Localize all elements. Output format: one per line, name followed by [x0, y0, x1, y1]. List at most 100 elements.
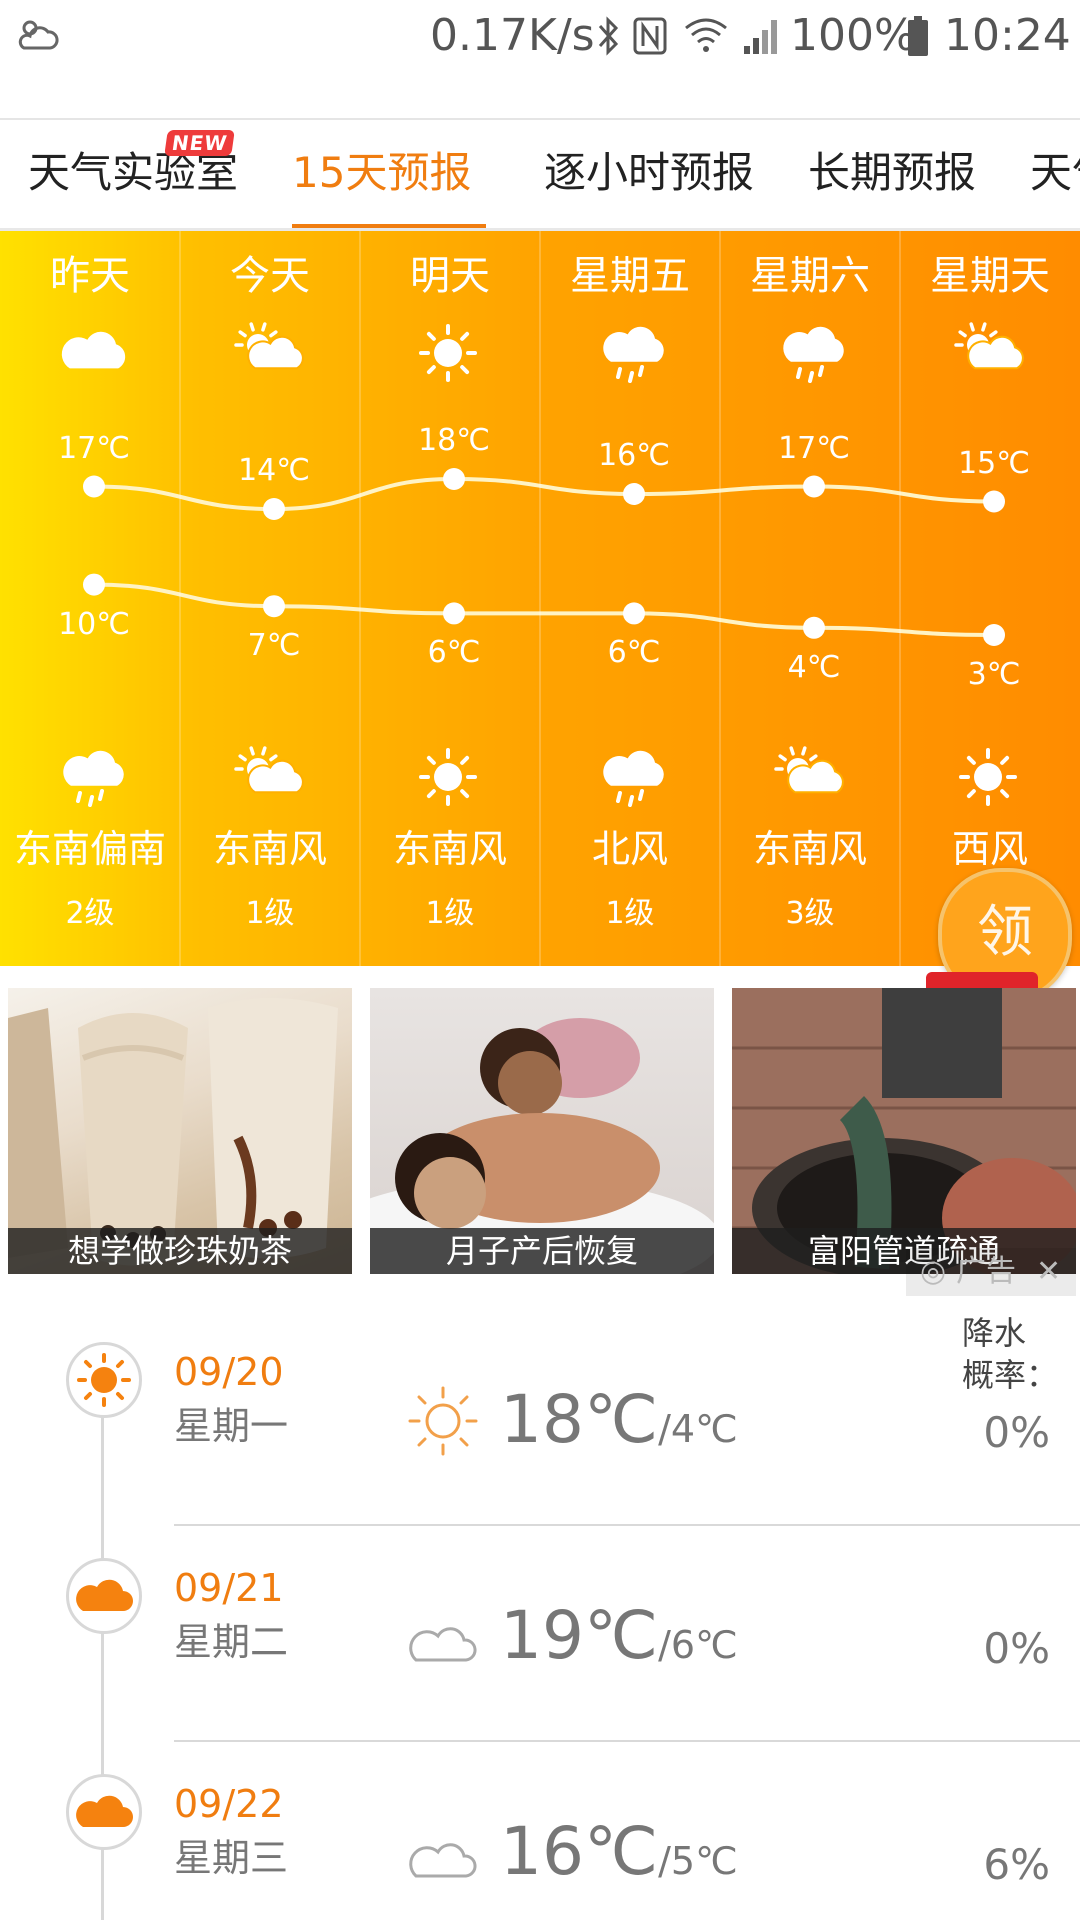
high-temp-point — [83, 475, 105, 498]
wind-direction: 东南偏南 — [13, 827, 166, 871]
forecast-day-name: 星期天 — [930, 253, 1050, 299]
rain-icon — [63, 750, 124, 807]
high-temp-label: 15℃ — [958, 445, 1030, 481]
ad-card-milk-tea[interactable]: 想学做珍珠奶茶 — [8, 988, 352, 1274]
ad-flag: ◎ 广告 ✕ — [906, 1248, 1076, 1296]
row-high-temp: 18℃ — [500, 1381, 659, 1458]
ad-card-pipe-dredging[interactable]: 富阳管道疏通 — [732, 988, 1076, 1274]
low-temp-label: 7℃ — [247, 628, 301, 664]
row-weekday: 星期一 — [174, 1404, 289, 1448]
row-precip: 0% — [983, 1624, 1050, 1673]
tab-long-term-forecast[interactable]: 长期预报 — [808, 148, 976, 198]
row-separator — [174, 1524, 1080, 1526]
high-temp-point — [623, 483, 645, 505]
low-temp-point — [443, 602, 465, 625]
sunny-icon — [419, 324, 477, 382]
battery-percent: 100% — [790, 10, 916, 61]
nfc-icon — [633, 17, 667, 55]
rain-icon — [603, 750, 664, 807]
row-weekday: 星期三 — [174, 1836, 289, 1880]
forecast-panel: 昨天 东南偏南 2级 今天 东南风 1级 明天 东南风 1级 星期五 北风 1级 星期六 东南风 3级 星期天… — [0, 231, 1080, 966]
wind-direction: 东南风 — [752, 827, 867, 871]
low-temp-point — [83, 573, 105, 596]
ad-caption: 月子产后恢复 — [370, 1228, 714, 1274]
precip-probability-label: 降水 概率： — [962, 1314, 1059, 1394]
sunny-icon — [419, 748, 477, 806]
rain-icon — [603, 326, 664, 383]
low-temp-label: 4℃ — [787, 649, 841, 685]
ad-info-icon: ◎ — [920, 1254, 947, 1289]
wind-direction: 西风 — [951, 827, 1028, 871]
row-date: 09/20 — [174, 1350, 284, 1394]
low-temp-point — [263, 595, 285, 618]
high-temp-point — [983, 490, 1005, 513]
ad-caption: 想学做珍珠奶茶 — [8, 1228, 352, 1274]
tab-more[interactable]: 天气 — [1030, 148, 1080, 198]
row-low-temp: /5℃ — [658, 1839, 738, 1883]
forecast-day-name: 明天 — [410, 253, 490, 299]
wind-direction: 东南风 — [392, 827, 507, 871]
tab-bar: 天气实验室 NEW 15天预报 逐小时预报 长期预报 天气 — [0, 118, 1080, 231]
ad-card-postpartum[interactable]: 月子产后恢复 — [370, 988, 714, 1274]
partly-cloudy-icon — [774, 746, 844, 794]
ad-close-icon[interactable]: ✕ — [1036, 1248, 1061, 1296]
row-precip: 6% — [983, 1840, 1050, 1889]
low-temp-label: 6℃ — [427, 635, 481, 671]
wind-level: 1级 — [605, 896, 655, 931]
row-low-temp: /6℃ — [658, 1623, 738, 1667]
tab-hourly-forecast[interactable]: 逐小时预报 — [544, 148, 754, 198]
low-temp-label: 3℃ — [967, 657, 1021, 692]
row-temperature: 16℃/5℃ — [500, 1814, 738, 1899]
row-date: 09/22 — [174, 1782, 284, 1826]
cloudy-icon — [61, 331, 126, 369]
receive-reward-label: 领 — [977, 900, 1033, 965]
weather-notification-icon — [18, 20, 59, 50]
cloudy-icon — [409, 1627, 477, 1662]
low-temp-point — [983, 624, 1005, 646]
status-bar: 0.17K/s 100% 10:24 — [0, 0, 1080, 72]
wind-level: 1级 — [245, 896, 295, 931]
timeline-node — [66, 1558, 142, 1634]
forecast-day-name: 今天 — [230, 253, 310, 299]
row-high-temp: 19℃ — [500, 1597, 659, 1674]
cloudy-icon — [409, 1843, 477, 1878]
high-temp-point — [263, 498, 285, 520]
forecast-day-name: 星期六 — [750, 253, 870, 299]
high-temp-label: 14℃ — [238, 453, 310, 488]
row-high-temp: 16℃ — [500, 1813, 659, 1890]
sunny-icon — [408, 1386, 478, 1456]
sunny-icon — [959, 748, 1017, 806]
high-temp-label: 17℃ — [778, 430, 850, 466]
low-temp-point — [803, 616, 825, 639]
row-temperature: 19℃/6℃ — [500, 1598, 738, 1683]
high-temp-point — [803, 475, 825, 498]
forecast-day-name: 星期五 — [570, 253, 690, 299]
timeline-node — [66, 1774, 142, 1850]
battery-icon — [908, 16, 928, 56]
high-temp-label: 17℃ — [58, 430, 130, 466]
tab-15-day-forecast[interactable]: 15天预报 — [292, 148, 471, 198]
clock: 10:24 — [944, 10, 1071, 61]
wifi-icon — [685, 18, 727, 52]
signal-icon — [744, 20, 777, 54]
cloudy-icon — [76, 1579, 133, 1611]
timeline-node — [66, 1342, 142, 1418]
row-weekday: 星期二 — [174, 1620, 289, 1664]
network-speed: 0.17K/s — [430, 10, 595, 61]
new-badge: NEW — [164, 130, 236, 156]
partly-cloudy-icon — [234, 746, 304, 794]
row-temperature: 18℃/4℃ — [500, 1382, 738, 1467]
high-temp-label: 16℃ — [598, 438, 670, 473]
partly-cloudy-icon — [234, 322, 304, 370]
wind-level: 2级 — [65, 896, 115, 931]
high-temp-label: 18℃ — [418, 423, 490, 458]
low-temp-point — [623, 602, 645, 625]
sunny-icon — [77, 1353, 131, 1407]
forecast-day-name: 昨天 — [50, 253, 130, 299]
row-date: 09/21 — [174, 1566, 284, 1610]
low-temp-label: 10℃ — [58, 606, 130, 642]
high-temp-point — [443, 468, 465, 490]
row-separator — [174, 1740, 1080, 1742]
low-temp-label: 6℃ — [607, 635, 661, 671]
row-low-temp: /4℃ — [658, 1407, 738, 1451]
